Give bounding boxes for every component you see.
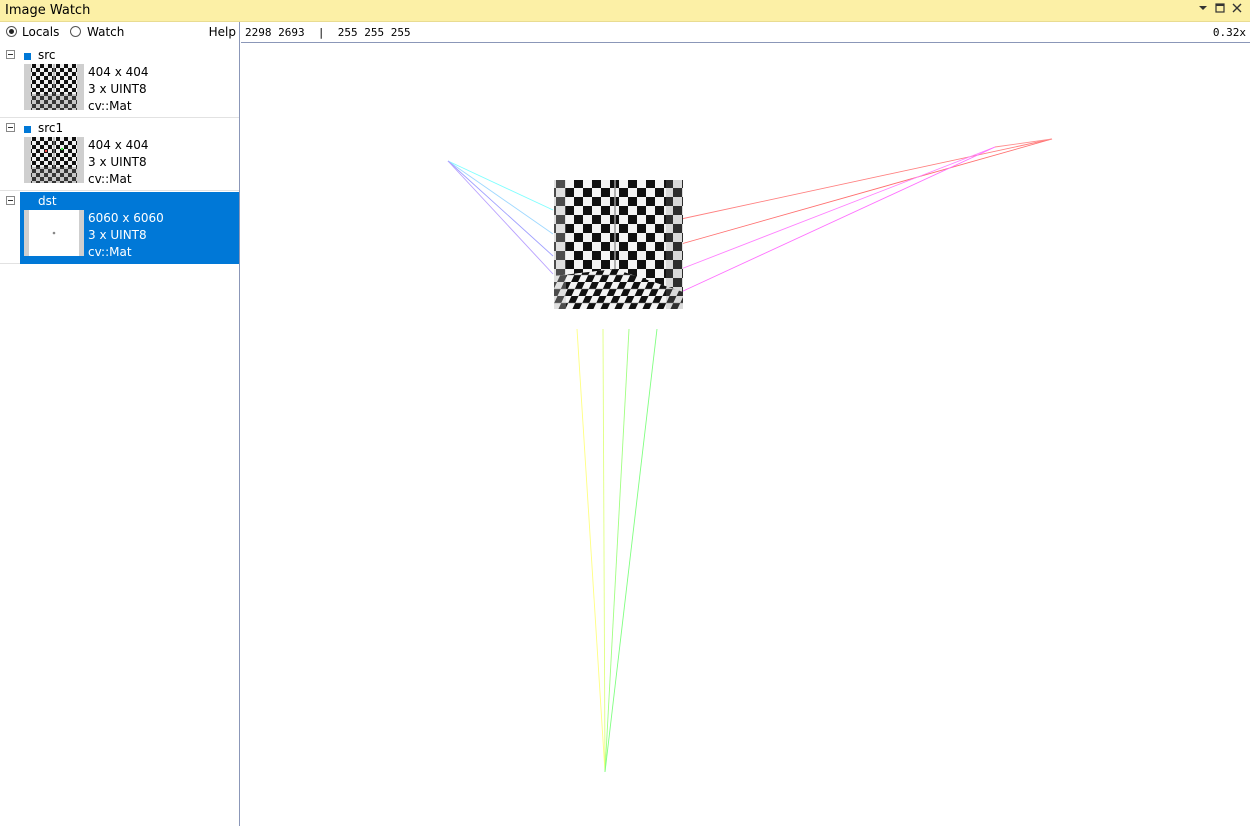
item-name: src	[38, 48, 56, 62]
locals-panel: Locals Watch Help src 404 x 404 3 x UINT…	[0, 22, 240, 826]
item-meta: 404 x 404 3 x UINT8 cv::Mat	[88, 64, 149, 115]
list-item-src1[interactable]: src1 404 x 404 3 x UINT8 cv::Mat	[0, 119, 239, 191]
locals-label[interactable]: Locals	[22, 25, 59, 39]
item-channels: 3 x UINT8	[88, 228, 147, 242]
pixel-info: 2298 2693 | 255 255 255	[245, 26, 411, 39]
item-channels: 3 x UINT8	[88, 82, 147, 96]
collapse-icon[interactable]	[6, 123, 15, 132]
image-type-icon	[24, 53, 31, 60]
watch-label[interactable]: Watch	[87, 25, 124, 39]
zoom-level: 0.32x	[1212, 26, 1246, 39]
item-size: 6060 x 6060	[88, 211, 164, 225]
collapse-icon[interactable]	[6, 196, 15, 205]
dst-image-render	[447, 138, 1053, 773]
item-type: cv::Mat	[88, 245, 132, 259]
item-type: cv::Mat	[88, 99, 132, 113]
list-item-dst[interactable]: dst 6060 x 6060 3 x UINT8 cv::Mat	[0, 192, 239, 264]
left-toolbar: Locals Watch Help	[0, 22, 240, 43]
item-type: cv::Mat	[88, 172, 132, 186]
chevron-down-icon[interactable]	[1195, 2, 1211, 18]
image-type-icon	[24, 126, 31, 133]
thumbnail[interactable]	[24, 210, 84, 256]
maximize-icon[interactable]	[1212, 2, 1228, 18]
item-meta: 6060 x 6060 3 x UINT8 cv::Mat	[88, 210, 164, 261]
image-canvas[interactable]	[241, 44, 1250, 826]
checkerboard-image	[554, 180, 683, 309]
item-size: 404 x 404	[88, 65, 149, 79]
item-size: 404 x 404	[88, 138, 149, 152]
image-viewer: 2298 2693 | 255 255 255 0.32x	[241, 22, 1250, 826]
collapse-icon[interactable]	[6, 50, 15, 59]
title-bar: Image Watch	[0, 0, 1250, 22]
item-name: dst	[38, 194, 57, 208]
thumbnail[interactable]	[24, 137, 84, 183]
close-icon[interactable]	[1229, 2, 1245, 18]
list-item-src[interactable]: src 404 x 404 3 x UINT8 cv::Mat	[0, 46, 239, 118]
help-link[interactable]: Help	[209, 25, 236, 39]
window-title: Image Watch	[5, 3, 91, 18]
item-channels: 3 x UINT8	[88, 155, 147, 169]
viewer-toolbar: 2298 2693 | 255 255 255 0.32x	[241, 22, 1250, 43]
watch-radio[interactable]	[70, 26, 81, 37]
item-meta: 404 x 404 3 x UINT8 cv::Mat	[88, 137, 149, 188]
locals-radio[interactable]	[6, 26, 17, 37]
thumbnail[interactable]	[24, 64, 84, 110]
match-lines	[447, 138, 1053, 773]
item-name: src1	[38, 121, 64, 135]
